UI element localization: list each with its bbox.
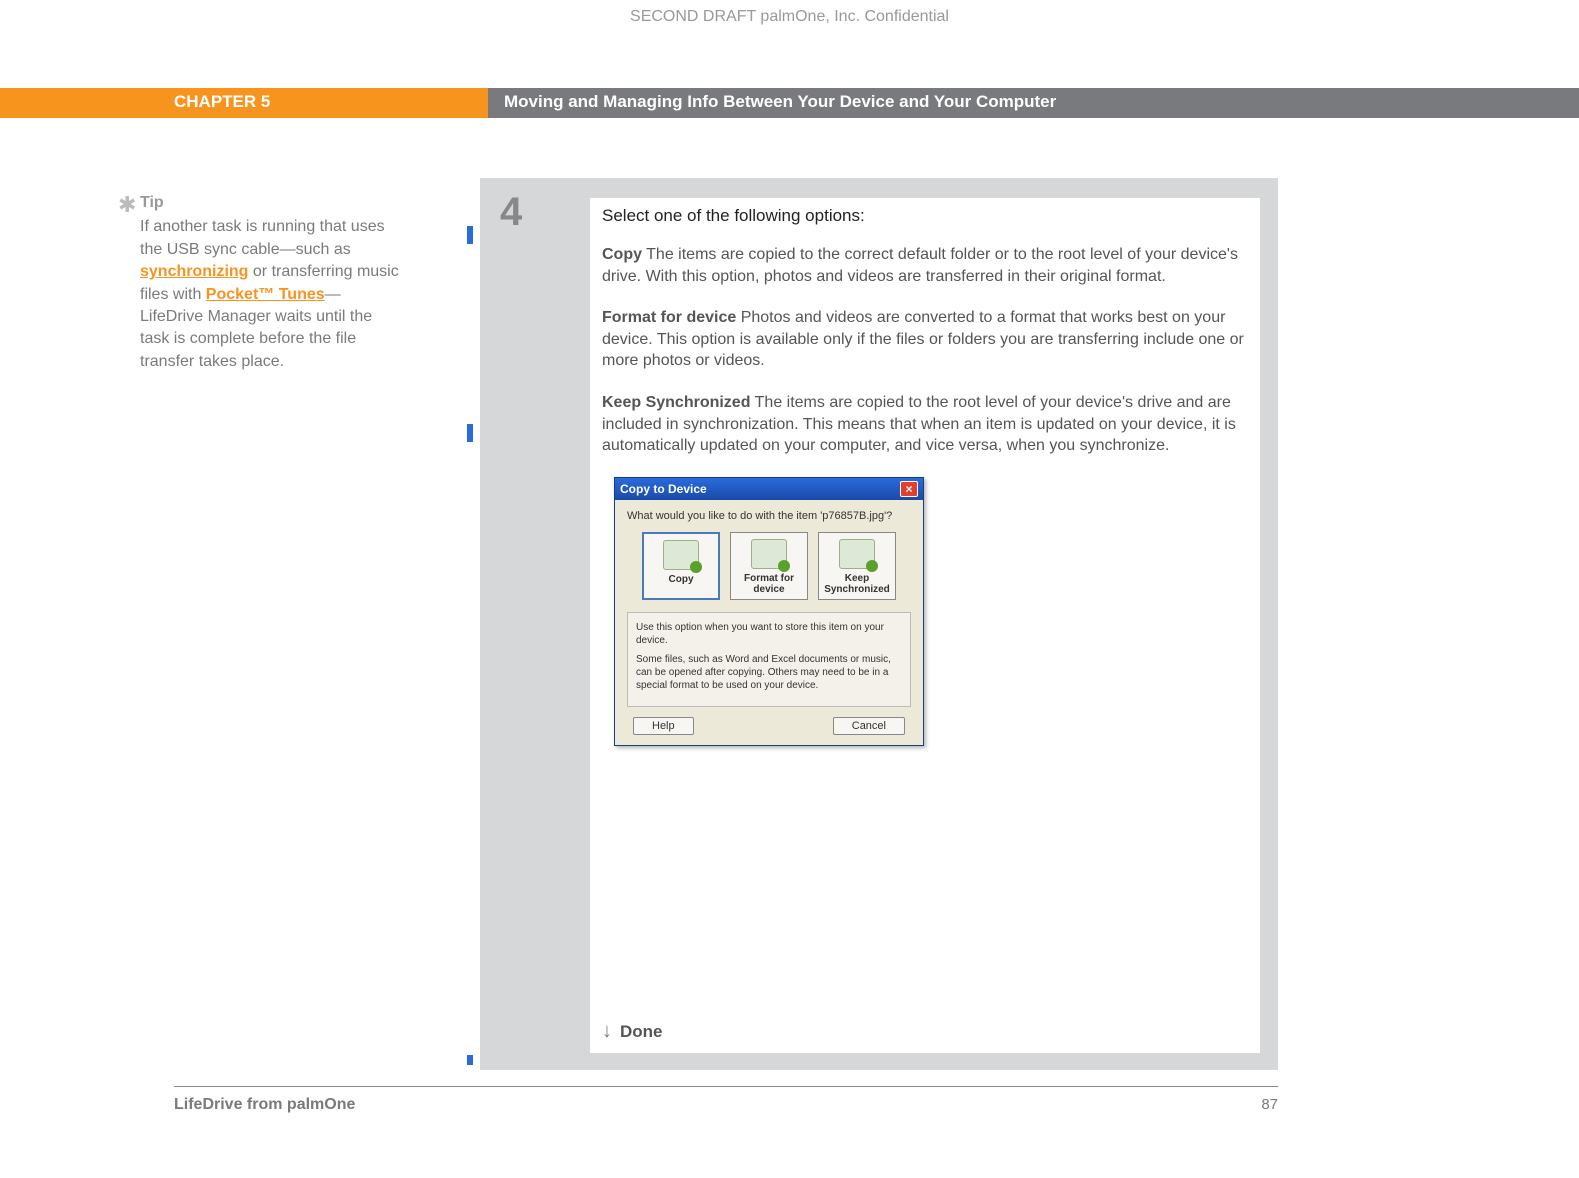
dialog-title: Copy to Device — [620, 482, 707, 496]
option-button-format-label1: Format for — [744, 573, 794, 584]
margin-marker — [467, 424, 473, 442]
cancel-button[interactable]: Cancel — [833, 717, 905, 735]
margin-marker — [467, 226, 473, 244]
chapter-label: CHAPTER 5 — [174, 92, 270, 112]
tip-label: Tip — [140, 192, 400, 214]
option-keep: Keep Synchronized The items are copied t… — [602, 392, 1248, 457]
option-format-label: Format for device — [602, 309, 736, 326]
tip-star-icon: ✱ — [118, 190, 136, 221]
confidential-watermark: SECOND DRAFT palmOne, Inc. Confidential — [0, 8, 1579, 26]
tip-sidebar: ✱ Tip If another task is running that us… — [140, 192, 400, 373]
dialog-hint-box: Use this option when you want to store t… — [627, 612, 911, 707]
step-instruction: Select one of the following options: — [602, 206, 1248, 226]
pocket-tunes-link[interactable]: Pocket™ Tunes — [206, 286, 325, 303]
tip-body: If another task is running that uses the… — [140, 216, 400, 373]
done-row: ↓ Done — [602, 1020, 663, 1043]
dialog-body: What would you like to do with the item … — [615, 500, 923, 745]
option-format: Format for device Photos and videos are … — [602, 307, 1248, 372]
close-icon[interactable]: × — [900, 481, 918, 497]
device-sync-icon — [839, 539, 875, 569]
dialog-options: Copy Format for device Keep Synchronized — [627, 532, 911, 600]
step-panel: 4 Select one of the following options: C… — [480, 178, 1278, 1070]
footer-rule — [174, 1086, 1278, 1087]
device-format-icon — [751, 539, 787, 569]
dialog-button-row: Help Cancel — [627, 717, 911, 737]
done-arrow-icon: ↓ — [602, 1020, 612, 1043]
chapter-header: CHAPTER 5 Moving and Managing Info Betwe… — [0, 88, 1579, 118]
option-button-keep[interactable]: Keep Synchronized — [818, 532, 896, 600]
option-button-format[interactable]: Format for device — [730, 532, 808, 600]
option-button-copy[interactable]: Copy — [642, 532, 720, 600]
margin-marker — [467, 1055, 473, 1065]
tip-text-1: If another task is running that uses the… — [140, 218, 385, 257]
option-button-keep-label1: Keep — [845, 573, 869, 584]
option-button-copy-label: Copy — [669, 574, 694, 585]
help-button[interactable]: Help — [633, 717, 694, 735]
footer-page-number: 87 — [1261, 1096, 1278, 1113]
synchronizing-link[interactable]: synchronizing — [140, 263, 248, 280]
dialog-hint-1: Use this option when you want to store t… — [636, 621, 902, 647]
device-copy-icon — [663, 540, 699, 570]
option-keep-label: Keep Synchronized — [602, 394, 750, 411]
dialog-titlebar: Copy to Device × — [615, 478, 923, 500]
chapter-title: Moving and Managing Info Between Your De… — [504, 92, 1056, 112]
chapter-label-block: CHAPTER 5 — [0, 88, 488, 118]
step-content: Select one of the following options: Cop… — [590, 198, 1260, 1053]
chapter-title-block: Moving and Managing Info Between Your De… — [488, 88, 1579, 118]
dialog-question: What would you like to do with the item … — [627, 510, 911, 522]
option-copy: Copy The items are copied to the correct… — [602, 244, 1248, 287]
option-button-format-label2: device — [753, 584, 784, 595]
option-copy-text: The items are copied to the correct defa… — [602, 246, 1238, 285]
option-copy-label: Copy — [602, 246, 642, 263]
step-number: 4 — [500, 190, 522, 235]
copy-to-device-dialog: Copy to Device × What would you like to … — [614, 477, 924, 746]
footer-product: LifeDrive from palmOne — [174, 1096, 355, 1114]
done-label: Done — [620, 1022, 663, 1042]
dialog-hint-2: Some files, such as Word and Excel docum… — [636, 653, 902, 692]
option-button-keep-label2: Synchronized — [824, 584, 890, 595]
